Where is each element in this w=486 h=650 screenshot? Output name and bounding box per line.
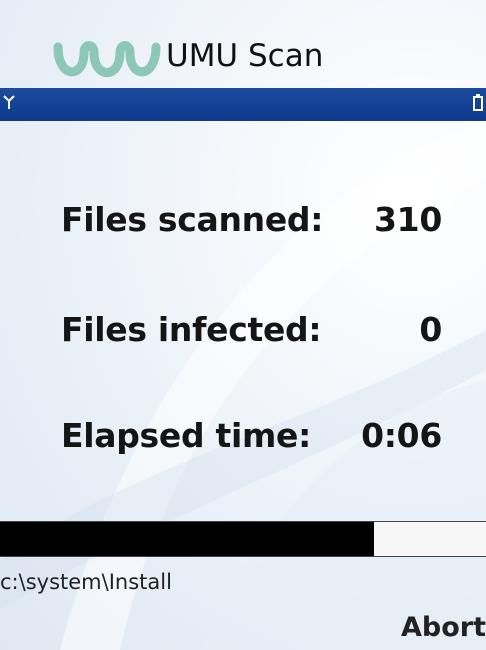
elapsed-time-label: Elapsed time: (61, 416, 312, 455)
elapsed-time-row: Elapsed time: 0:06 (0, 416, 486, 476)
files-infected-row: Files infected: 0 (0, 310, 486, 370)
battery-icon (473, 94, 483, 111)
files-infected-value: 0 (419, 310, 442, 349)
abort-button[interactable]: Abort (401, 612, 486, 643)
scan-progress-bar (0, 521, 486, 557)
phone-screen: UMU Scan Files scanned: 310 Files infect… (0, 0, 486, 650)
current-path: c:\system\Install (0, 570, 172, 594)
files-infected-label: Files infected: (61, 310, 322, 349)
title-bar: UMU Scan (0, 0, 486, 88)
app-title: UMU Scan (166, 38, 324, 74)
status-bar (0, 88, 486, 121)
antenna-icon (3, 95, 15, 109)
scan-progress-fill (0, 522, 375, 556)
files-scanned-label: Files scanned: (61, 200, 324, 239)
files-scanned-row: Files scanned: 310 (0, 200, 486, 260)
umu-logo-icon (53, 41, 161, 77)
files-scanned-value: 310 (374, 200, 442, 239)
elapsed-time-value: 0:06 (361, 416, 442, 455)
